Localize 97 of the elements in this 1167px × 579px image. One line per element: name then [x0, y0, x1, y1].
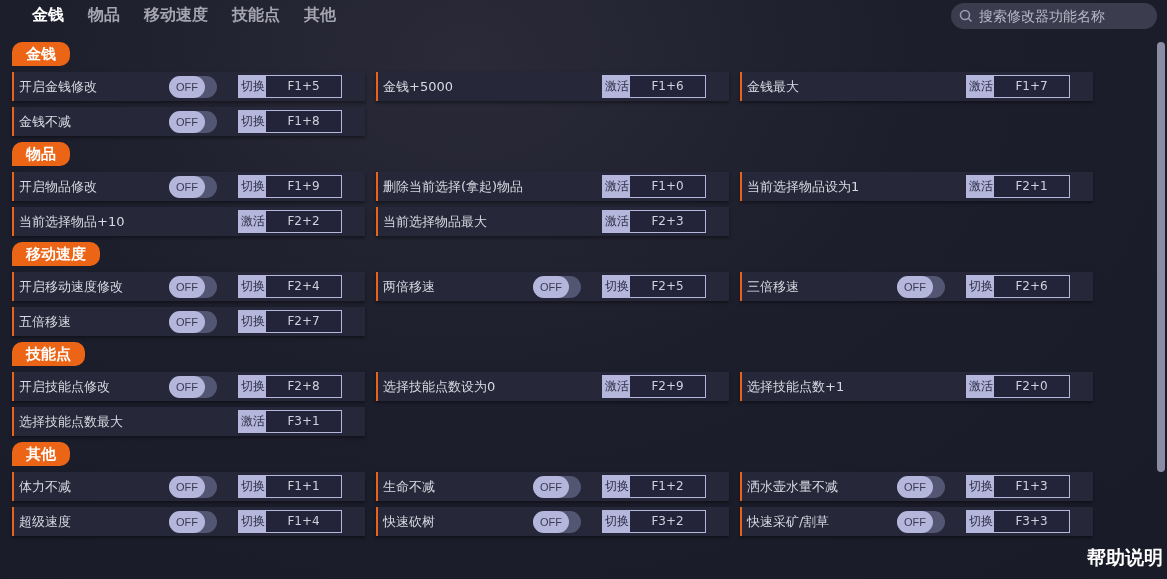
- hotkey-action: 切换: [967, 511, 994, 532]
- section-header: 物品: [12, 142, 70, 166]
- hotkey-box[interactable]: 切换 F1+1: [238, 475, 342, 498]
- cheat-label: 当前选择物品最大: [383, 212, 488, 231]
- hotkey-box[interactable]: 切换 F2+7: [238, 310, 342, 333]
- hotkey-box[interactable]: 切换 F1+8: [238, 110, 342, 133]
- hotkey-box[interactable]: 激活 F3+1: [238, 410, 342, 433]
- hotkey-action: 激活: [603, 376, 630, 397]
- tab[interactable]: 技能点: [222, 4, 290, 26]
- toggle-switch[interactable]: OFF: [169, 110, 217, 133]
- hotkey-action: 激活: [239, 211, 266, 232]
- hotkey-box[interactable]: 激活 F2+1: [966, 175, 1070, 198]
- hotkey-action: 切换: [239, 276, 266, 297]
- hotkey-action: 激活: [967, 76, 994, 97]
- hotkey-box[interactable]: 切换 F1+5: [238, 75, 342, 98]
- cheat-label: 金钱最大: [747, 77, 800, 96]
- section-header: 其他: [12, 442, 70, 466]
- toggle-switch[interactable]: OFF: [169, 475, 217, 498]
- cheat-label: 洒水壶水量不减: [747, 477, 839, 496]
- tab[interactable]: 金钱: [22, 4, 74, 26]
- cheat-label: 开启技能点修改: [19, 377, 111, 396]
- hotkey-action: 切换: [239, 311, 266, 332]
- hotkey-box[interactable]: 切换 F1+2: [602, 475, 706, 498]
- cheat-label: 两倍移速: [383, 277, 436, 296]
- cheat-label: 超级速度: [19, 512, 72, 531]
- help-link[interactable]: 帮助说明: [1087, 545, 1163, 571]
- hotkey-box[interactable]: 切换 F1+4: [238, 510, 342, 533]
- cheat-label: 开启移动速度修改: [19, 277, 124, 296]
- hotkey-box[interactable]: 激活 F2+9: [602, 375, 706, 398]
- hotkey-action: 切换: [239, 476, 266, 497]
- toggle-switch[interactable]: OFF: [169, 375, 217, 398]
- cheat-label: 开启金钱修改: [19, 77, 98, 96]
- hotkey-action: 切换: [603, 476, 630, 497]
- cheat-label: 当前选择物品+10: [19, 212, 126, 231]
- toggle-switch[interactable]: OFF: [897, 475, 945, 498]
- hotkey-action: 切换: [239, 376, 266, 397]
- section-header: 技能点: [12, 342, 85, 366]
- search-icon: [959, 9, 973, 23]
- hotkey-box[interactable]: 激活 F1+6: [602, 75, 706, 98]
- tab[interactable]: 其他: [294, 4, 346, 26]
- toggle-switch[interactable]: OFF: [533, 275, 581, 298]
- hotkey-action: 切换: [239, 111, 266, 132]
- toggle-switch[interactable]: OFF: [533, 510, 581, 533]
- cheat-label: 金钱不减: [19, 112, 72, 131]
- toggle-switch[interactable]: OFF: [897, 275, 945, 298]
- hotkey-action: 激活: [967, 376, 994, 397]
- hotkey-action: 切换: [603, 276, 630, 297]
- hotkey-box[interactable]: 切换 F3+2: [602, 510, 706, 533]
- cheat-label: 三倍移速: [747, 277, 800, 296]
- cheat-label: 选择技能点数最大: [19, 412, 124, 431]
- search-field[interactable]: 搜索修改器功能名称: [951, 3, 1157, 29]
- hotkey-action: 切换: [239, 176, 266, 197]
- hotkey-box[interactable]: 激活 F2+2: [238, 210, 342, 233]
- cheat-label: 金钱+5000: [383, 77, 454, 96]
- hotkey-action: 激活: [603, 176, 630, 197]
- hotkey-box[interactable]: 激活 F1+0: [602, 175, 706, 198]
- toggle-switch[interactable]: OFF: [533, 475, 581, 498]
- hotkey-box[interactable]: 激活 F1+7: [966, 75, 1070, 98]
- hotkey-box[interactable]: 切换 F3+3: [966, 510, 1070, 533]
- cheat-label: 删除当前选择(拿起)物品: [383, 177, 525, 196]
- tab[interactable]: 移动速度: [134, 4, 218, 26]
- hotkey-box[interactable]: 切换 F2+8: [238, 375, 342, 398]
- cheat-label: 快速采矿/割草: [747, 512, 831, 531]
- section-header: 移动速度: [12, 242, 100, 266]
- cheat-label: 选择技能点数设为0: [383, 377, 497, 396]
- hotkey-box[interactable]: 切换 F2+4: [238, 275, 342, 298]
- hotkey-box[interactable]: 切换 F2+6: [966, 275, 1070, 298]
- cheat-label: 生命不减: [383, 477, 436, 496]
- hotkey-action: 切换: [967, 276, 994, 297]
- hotkey-action: 激活: [603, 76, 630, 97]
- cheat-label: 五倍移速: [19, 312, 72, 331]
- cheat-label: 开启物品修改: [19, 177, 98, 196]
- hotkey-box[interactable]: 切换 F2+5: [602, 275, 706, 298]
- toggle-switch[interactable]: OFF: [169, 275, 217, 298]
- cheat-label: 体力不减: [19, 477, 72, 496]
- hotkey-box[interactable]: 激活 F2+3: [602, 210, 706, 233]
- toggle-switch[interactable]: OFF: [897, 510, 945, 533]
- hotkey-action: 切换: [239, 76, 266, 97]
- scrollbar[interactable]: [1157, 42, 1165, 472]
- hotkey-box[interactable]: 激活 F2+0: [966, 375, 1070, 398]
- cheat-label: 快速砍树: [383, 512, 436, 531]
- cheat-label: 选择技能点数+1: [747, 377, 846, 396]
- cheat-label: 当前选择物品设为1: [747, 177, 861, 196]
- tab[interactable]: 物品: [78, 4, 130, 26]
- hotkey-action: 切换: [603, 511, 630, 532]
- hotkey-action: 切换: [239, 511, 266, 532]
- hotkey-action: 激活: [603, 211, 630, 232]
- hotkey-box[interactable]: 切换 F1+3: [966, 475, 1070, 498]
- section-header: 金钱: [12, 42, 70, 66]
- hotkey-action: 切换: [967, 476, 994, 497]
- toggle-switch[interactable]: OFF: [169, 510, 217, 533]
- hotkey-box[interactable]: 切换 F1+9: [238, 175, 342, 198]
- hotkey-action: 激活: [967, 176, 994, 197]
- hotkey-action: 激活: [239, 411, 266, 432]
- toggle-switch[interactable]: OFF: [169, 175, 217, 198]
- toggle-switch[interactable]: OFF: [169, 310, 217, 333]
- toggle-switch[interactable]: OFF: [169, 75, 217, 98]
